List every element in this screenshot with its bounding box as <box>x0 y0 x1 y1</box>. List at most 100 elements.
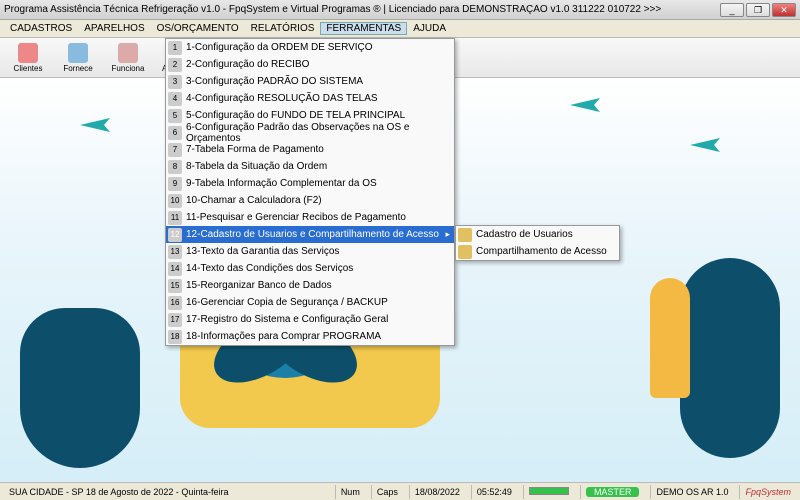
paper-plane-icon <box>80 118 110 132</box>
menu-item-label: 10-Chamar a Calculadora (F2) <box>186 195 322 206</box>
toolbar-funciona[interactable]: Funciona <box>104 40 152 76</box>
toolbar-clientes[interactable]: Clientes <box>4 40 52 76</box>
ferramentas-item-12[interactable]: 12 12-Cadastro de Usuarios e Compartilham… <box>166 226 454 243</box>
menu-item-icon: 9 <box>168 177 182 191</box>
menu-item-label: 6-Configuração Padrão das Observações na… <box>186 122 450 144</box>
funciona-icon <box>118 43 138 63</box>
status-license: DEMO OS AR 1.0 <box>650 485 733 499</box>
ferramentas-item-2[interactable]: 2 2-Configuração do RECIBO <box>166 56 454 73</box>
status-location: SUA CIDADE - SP 18 de Agosto de 2022 - Q… <box>4 485 329 499</box>
status-date: 18/08/2022 <box>409 485 465 499</box>
ferramentas-item-17[interactable]: 17 17-Registro do Sistema e Configuração … <box>166 311 454 328</box>
menu-item-label: 14-Texto das Condições dos Serviços <box>186 263 353 274</box>
share-icon <box>458 245 472 259</box>
menu-cadastros[interactable]: CADASTROS <box>4 22 78 35</box>
ferramentas-item-15[interactable]: 15 15-Reorganizar Banco de Dados <box>166 277 454 294</box>
menu-item-label: 7-Tabela Forma de Pagamento <box>186 144 324 155</box>
paper-plane-icon <box>570 98 600 112</box>
menu-item-icon: 6 <box>168 126 182 140</box>
menu-item-label: 13-Texto da Garantia das Serviços <box>186 246 339 257</box>
menu-item-label: 17-Registro do Sistema e Configuração Ge… <box>186 314 388 325</box>
status-user-pill: MASTER <box>586 487 640 497</box>
menu-item-icon: 17 <box>168 313 182 327</box>
menu-ajuda[interactable]: AJUDA <box>407 22 452 35</box>
illustration-person-left <box>20 308 140 468</box>
titlebar: Programa Assistência Técnica Refrigeraçã… <box>0 0 800 20</box>
ferramentas-item-13[interactable]: 13 13-Texto da Garantia das Serviços <box>166 243 454 260</box>
menu-item-label: 1-Configuração da ORDEM DE SERVIÇO <box>186 42 373 53</box>
maximize-button[interactable]: ❐ <box>746 3 770 17</box>
menu-item-icon: 15 <box>168 279 182 293</box>
menubar: CADASTROS APARELHOS OS/ORÇAMENTO RELATÓR… <box>0 20 800 38</box>
ferramentas-item-18[interactable]: 18 18-Informações para Comprar PROGRAMA <box>166 328 454 345</box>
menu-item-icon: 7 <box>168 143 182 157</box>
window-title: Programa Assistência Técnica Refrigeraçã… <box>4 4 720 15</box>
toolbar-fornece[interactable]: Fornece <box>54 40 102 76</box>
fornece-icon <box>68 43 88 63</box>
ferramentas-dropdown: 11-Configuração da ORDEM DE SERVIÇO 2 2-Co… <box>165 38 455 346</box>
menu-item-icon: 12 <box>168 228 182 242</box>
menu-item-icon: 14 <box>168 262 182 276</box>
menu-item-label: 2-Configuração do RECIBO <box>186 59 309 70</box>
menu-item-icon: 5 <box>168 109 182 123</box>
menu-item-icon: 16 <box>168 296 182 310</box>
toolbar-label: Fornece <box>63 64 92 73</box>
submenu-compartilhamento-acesso[interactable]: Compartilhamento de Acesso <box>456 243 619 260</box>
ferramentas-item-1[interactable]: 11-Configuração da ORDEM DE SERVIÇO <box>166 39 454 56</box>
status-time: 05:52:49 <box>471 485 517 499</box>
status-user: MASTER <box>580 485 645 499</box>
submenu-label: Cadastro de Usuarios <box>476 229 573 240</box>
menu-item-label: 12-Cadastro de Usuarios e Compartilhamen… <box>186 229 439 240</box>
menu-item-icon: 18 <box>168 330 182 344</box>
menu-relatorios[interactable]: RELATÓRIOS <box>245 22 321 35</box>
status-brand: FpqSystem <box>739 485 796 499</box>
menu-item-icon: 8 <box>168 160 182 174</box>
ferramentas-item-8[interactable]: 8 8-Tabela da Situação da Ordem <box>166 158 454 175</box>
illustration-person-orange <box>650 278 690 398</box>
status-capslock: Caps <box>371 485 403 499</box>
users-icon <box>458 228 472 242</box>
window-buttons: _ ❐ ✕ <box>720 3 796 17</box>
submenu-cadastro-usuarios[interactable]: Cadastro de Usuarios <box>456 226 619 243</box>
status-numlock: Num <box>335 485 365 499</box>
menu-item-icon: 2 <box>168 58 182 72</box>
submenu-label: Compartilhamento de Acesso <box>476 246 607 257</box>
menu-item-label: 5-Configuração do FUNDO DE TELA PRINCIPA… <box>186 110 405 121</box>
menu-item-icon: 10 <box>168 194 182 208</box>
ferramentas-item-3[interactable]: 3 3-Configuração PADRÃO DO SISTEMA <box>166 73 454 90</box>
menu-item-label: 8-Tabela da Situação da Ordem <box>186 161 327 172</box>
menu-item-label: 9-Tabela Informação Complementar da OS <box>186 178 377 189</box>
menu-aparelhos[interactable]: APARELHOS <box>78 22 150 35</box>
clientes-icon <box>18 43 38 63</box>
status-progress <box>523 485 574 499</box>
ferramentas-item-9[interactable]: 9 9-Tabela Informação Complementar da OS <box>166 175 454 192</box>
cadastro-usuarios-submenu: Cadastro de Usuarios Compartilhamento de… <box>455 225 620 261</box>
chevron-right-icon: ▸ <box>445 229 450 240</box>
paper-plane-icon <box>690 138 720 152</box>
ferramentas-item-6[interactable]: 6 6-Configuração Padrão das Observações n… <box>166 124 454 141</box>
menu-item-icon: 4 <box>168 92 182 106</box>
toolbar-label: Funciona <box>112 64 145 73</box>
ferramentas-item-10[interactable]: 10 10-Chamar a Calculadora (F2) <box>166 192 454 209</box>
ferramentas-item-7[interactable]: 7 7-Tabela Forma de Pagamento <box>166 141 454 158</box>
illustration-person-right <box>680 258 780 458</box>
menu-item-label: 16-Gerenciar Copia de Segurança / BACKUP <box>186 297 388 308</box>
menu-item-icon: 3 <box>168 75 182 89</box>
menu-item-label: 3-Configuração PADRÃO DO SISTEMA <box>186 76 363 87</box>
menu-os-orcamento[interactable]: OS/ORÇAMENTO <box>151 22 245 35</box>
close-button[interactable]: ✕ <box>772 3 796 17</box>
menu-item-icon: 11 <box>168 211 182 225</box>
ferramentas-item-4[interactable]: 4 4-Configuração RESOLUÇÃO DAS TELAS <box>166 90 454 107</box>
toolbar-label: Clientes <box>14 64 43 73</box>
menu-item-icon: 13 <box>168 245 182 259</box>
menu-item-label: 15-Reorganizar Banco de Dados <box>186 280 332 291</box>
menu-item-label: 18-Informações para Comprar PROGRAMA <box>186 331 381 342</box>
menu-item-label: 11-Pesquisar e Gerenciar Recibos de Paga… <box>186 212 406 223</box>
menu-item-label: 4-Configuração RESOLUÇÃO DAS TELAS <box>186 93 378 104</box>
menu-ferramentas[interactable]: FERRAMENTAS <box>320 22 407 35</box>
statusbar: SUA CIDADE - SP 18 de Agosto de 2022 - Q… <box>0 482 800 500</box>
ferramentas-item-16[interactable]: 16 16-Gerenciar Copia de Segurança / BACK… <box>166 294 454 311</box>
ferramentas-item-11[interactable]: 11 11-Pesquisar e Gerenciar Recibos de Pa… <box>166 209 454 226</box>
minimize-button[interactable]: _ <box>720 3 744 17</box>
ferramentas-item-14[interactable]: 14 14-Texto das Condições dos Serviços <box>166 260 454 277</box>
